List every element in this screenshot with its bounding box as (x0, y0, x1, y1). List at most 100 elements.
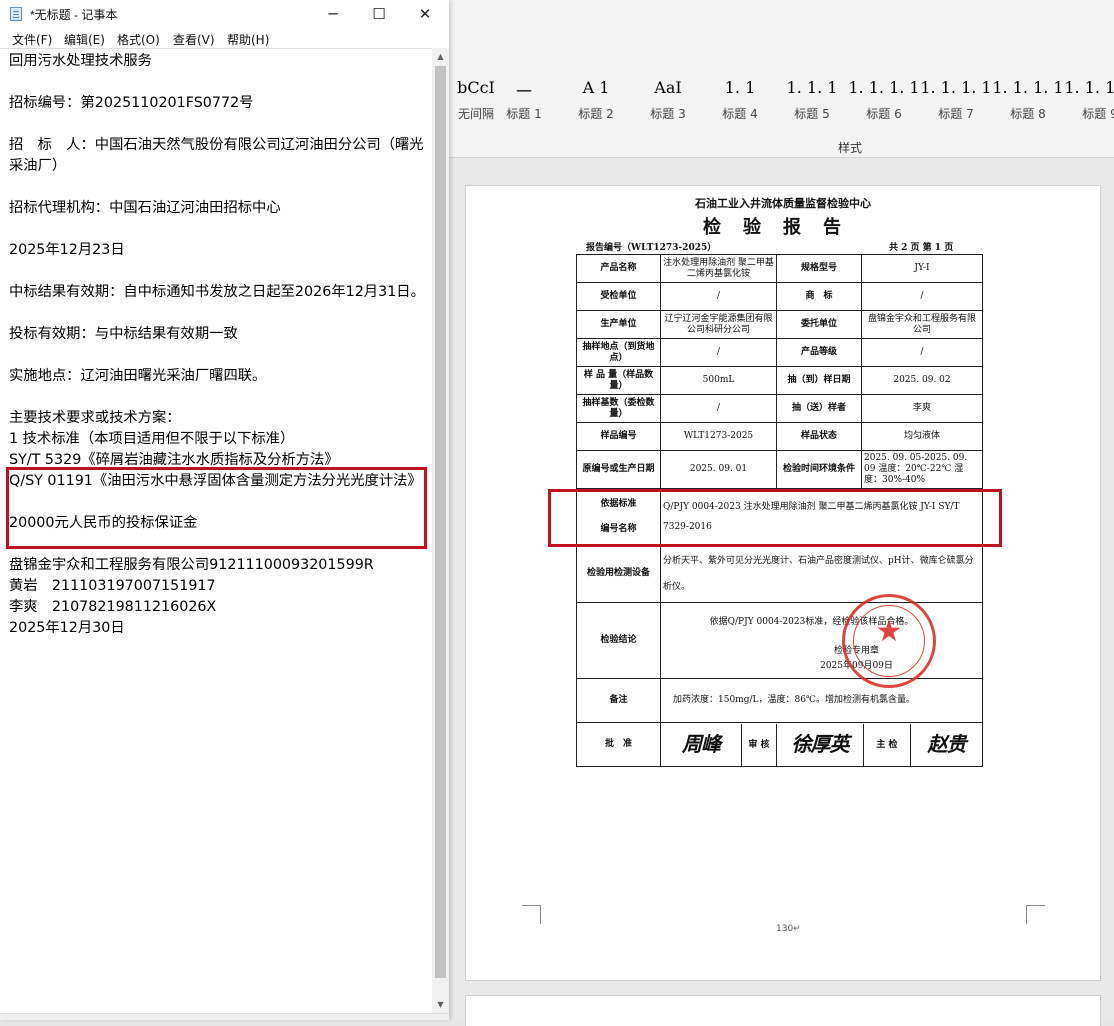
stamp-star-icon: ★ (875, 614, 903, 649)
style-heading-5[interactable]: 1. 1. 1 标题 5 (776, 72, 848, 132)
cell-value: / (660, 282, 777, 311)
document-page-next (466, 996, 1100, 1026)
cell-label: 抽（到）样日期 (776, 366, 862, 395)
menu-format[interactable]: 格式(O) (117, 31, 160, 48)
highlight-box-notepad (6, 467, 427, 549)
cell-value: / (660, 394, 777, 423)
cell-value: 分析天平、紫外可见分光光度计、石油产品密度测试仪、pH计、微库仑硫氯分析仪。 (660, 544, 983, 603)
cell-value: JY-I (861, 254, 983, 283)
style-name: 标题 2 (578, 107, 614, 121)
inspect-signature: 赵贵 (927, 732, 967, 756)
style-sample: AaI (654, 78, 682, 97)
inspect-label: 主 检 (863, 723, 911, 766)
signatures-cell: 周峰 审 核 徐厚英 主 检 赵贵 (660, 722, 983, 767)
report-number: 报告编号（WLT1273-2025） (586, 243, 717, 253)
style-name: 标题 3 (650, 107, 686, 121)
cell-label: 生产单位 (576, 310, 661, 339)
style-sample: 1. 1 (724, 78, 756, 97)
scroll-thumb[interactable] (435, 66, 446, 978)
style-heading-4[interactable]: 1. 1 标题 4 (704, 72, 776, 132)
cell-value: 均匀液体 (861, 422, 983, 451)
cell-label: 抽样基数（委检数量） (576, 394, 661, 423)
scroll-down-icon[interactable]: ▼ (432, 996, 449, 1013)
report-org: 石油工业入井流体质量监督检验中心 (695, 197, 871, 210)
minimize-button[interactable]: ─ (310, 0, 356, 28)
approve-signature: 周峰 (682, 732, 721, 756)
style-sample: 1. 1. 1. 1 (992, 78, 1064, 97)
notepad-text: 回用污水处理技术服务 招标编号：第2025110201FS0772号 招 标 人… (9, 53, 425, 636)
cell-label: 样品状态 (776, 422, 862, 451)
vertical-scrollbar[interactable]: ▲ ▼ (432, 48, 449, 1013)
maximize-button[interactable]: ☐ (356, 0, 402, 28)
style-sample: 1. 1. 1. 1 (848, 78, 920, 97)
cell-value: 2025. 09. 02 (861, 366, 983, 395)
crop-mark-icon (522, 905, 541, 924)
cell-label: 原编号或生产日期 (576, 450, 661, 489)
notepad-titlebar[interactable]: *无标题 - 记事本 ─ ☐ ✕ (0, 0, 449, 28)
notepad-title: *无标题 - 记事本 (30, 8, 118, 22)
menu-edit[interactable]: 编辑(E) (64, 31, 105, 48)
page-number: 130↵ (776, 924, 801, 934)
notepad-menubar: 文件(F) 编辑(E) 格式(O) 查看(V) 帮助(H) (0, 28, 449, 48)
style-sample: A 1 (582, 78, 610, 97)
style-name: 标题 7 (938, 107, 974, 121)
style-heading-9[interactable]: 1. 1. 1. 1 标题 9 (1064, 72, 1114, 132)
cell-label: 抽样地点（到货地点） (576, 338, 661, 367)
cell-label: 商 标 (776, 282, 862, 311)
cell-value: 盘锦金宇众和工程服务有限公司 (861, 310, 983, 339)
report-pages: 共 2 页 第 1 页 (889, 243, 954, 253)
notepad-window: *无标题 - 记事本 ─ ☐ ✕ 文件(F) 编辑(E) 格式(O) 查看(V)… (0, 0, 449, 1020)
styles-group-label: 样式 (838, 141, 863, 155)
cell-label: 检验用检测设备 (576, 544, 661, 603)
cell-value: 加药浓度：150mg/L，温度：86℃。增加检测有机氯含量。 (660, 678, 983, 723)
style-heading-7[interactable]: 1. 1. 1. 1 标题 7 (920, 72, 992, 132)
style-name: 标题 1 (506, 107, 542, 121)
style-sample: 1. 1. 1 (786, 78, 838, 97)
style-sample: 1. 1. 1. 1 (1064, 78, 1114, 97)
style-name: 标题 6 (866, 107, 902, 121)
style-sample: 1. 1. 1. 1 (920, 78, 992, 97)
style-heading-2[interactable]: A 1 标题 2 (560, 72, 632, 132)
close-button[interactable]: ✕ (402, 0, 448, 28)
cell-label: 抽（送）样者 (776, 394, 862, 423)
scroll-up-icon[interactable]: ▲ (432, 48, 449, 65)
cell-value: 辽宁辽河金宇能源集团有限公司科研分公司 (660, 310, 777, 339)
style-name: 标题 9 (1082, 107, 1114, 121)
review-label: 审 核 (741, 723, 777, 766)
cell-value: WLT1273-2025 (660, 422, 777, 451)
style-heading-6[interactable]: 1. 1. 1. 1 标题 6 (848, 72, 920, 132)
style-heading-3[interactable]: AaI 标题 3 (632, 72, 704, 132)
style-name: 标题 4 (722, 107, 758, 121)
cell-value: / (861, 338, 983, 367)
menu-view[interactable]: 查看(V) (173, 31, 215, 48)
menu-help[interactable]: 帮助(H) (227, 31, 269, 48)
cell-label: 产品等级 (776, 338, 862, 367)
cell-label: 批 准 (576, 722, 661, 767)
cell-label: 受检单位 (576, 282, 661, 311)
cell-value: 李爽 (861, 394, 983, 423)
cell-value: 2025. 09. 01 (660, 450, 777, 489)
official-stamp: ★ (842, 594, 936, 688)
crop-mark-icon (1026, 905, 1045, 924)
cell-label: 规格型号 (776, 254, 862, 283)
notepad-text-area[interactable]: 回用污水处理技术服务 招标编号：第2025110201FS0772号 招 标 人… (0, 48, 432, 1013)
review-signature: 徐厚英 (791, 732, 850, 756)
cell-label: 样 品 量（样品数量） (576, 366, 661, 395)
cell-value: 注水处理用除油剂 聚二甲基二烯丙基氯化铵 (660, 254, 777, 283)
style-heading-8[interactable]: 1. 1. 1. 1 标题 8 (992, 72, 1064, 132)
notepad-app-icon (10, 7, 22, 21)
menu-file[interactable]: 文件(F) (12, 31, 52, 48)
cell-label: 备注 (576, 678, 661, 723)
report-title: 检验报告 (703, 217, 863, 238)
highlight-box-report (548, 489, 1002, 547)
style-sample: 一 (515, 82, 532, 101)
style-heading-1[interactable]: 一标题 1 (488, 72, 560, 132)
cell-label: 样品编号 (576, 422, 661, 451)
document-page[interactable]: 石油工业入井流体质量监督检验中心 检验报告 报告编号（WLT1273-2025）… (466, 186, 1100, 980)
cell-label: 检验时间环境条件 (776, 450, 862, 489)
cell-value: 500mL (660, 366, 777, 395)
cell-label: 产品名称 (576, 254, 661, 283)
cell-value: / (861, 282, 983, 311)
cell-label: 委托单位 (776, 310, 862, 339)
cell-value: / (660, 338, 777, 367)
